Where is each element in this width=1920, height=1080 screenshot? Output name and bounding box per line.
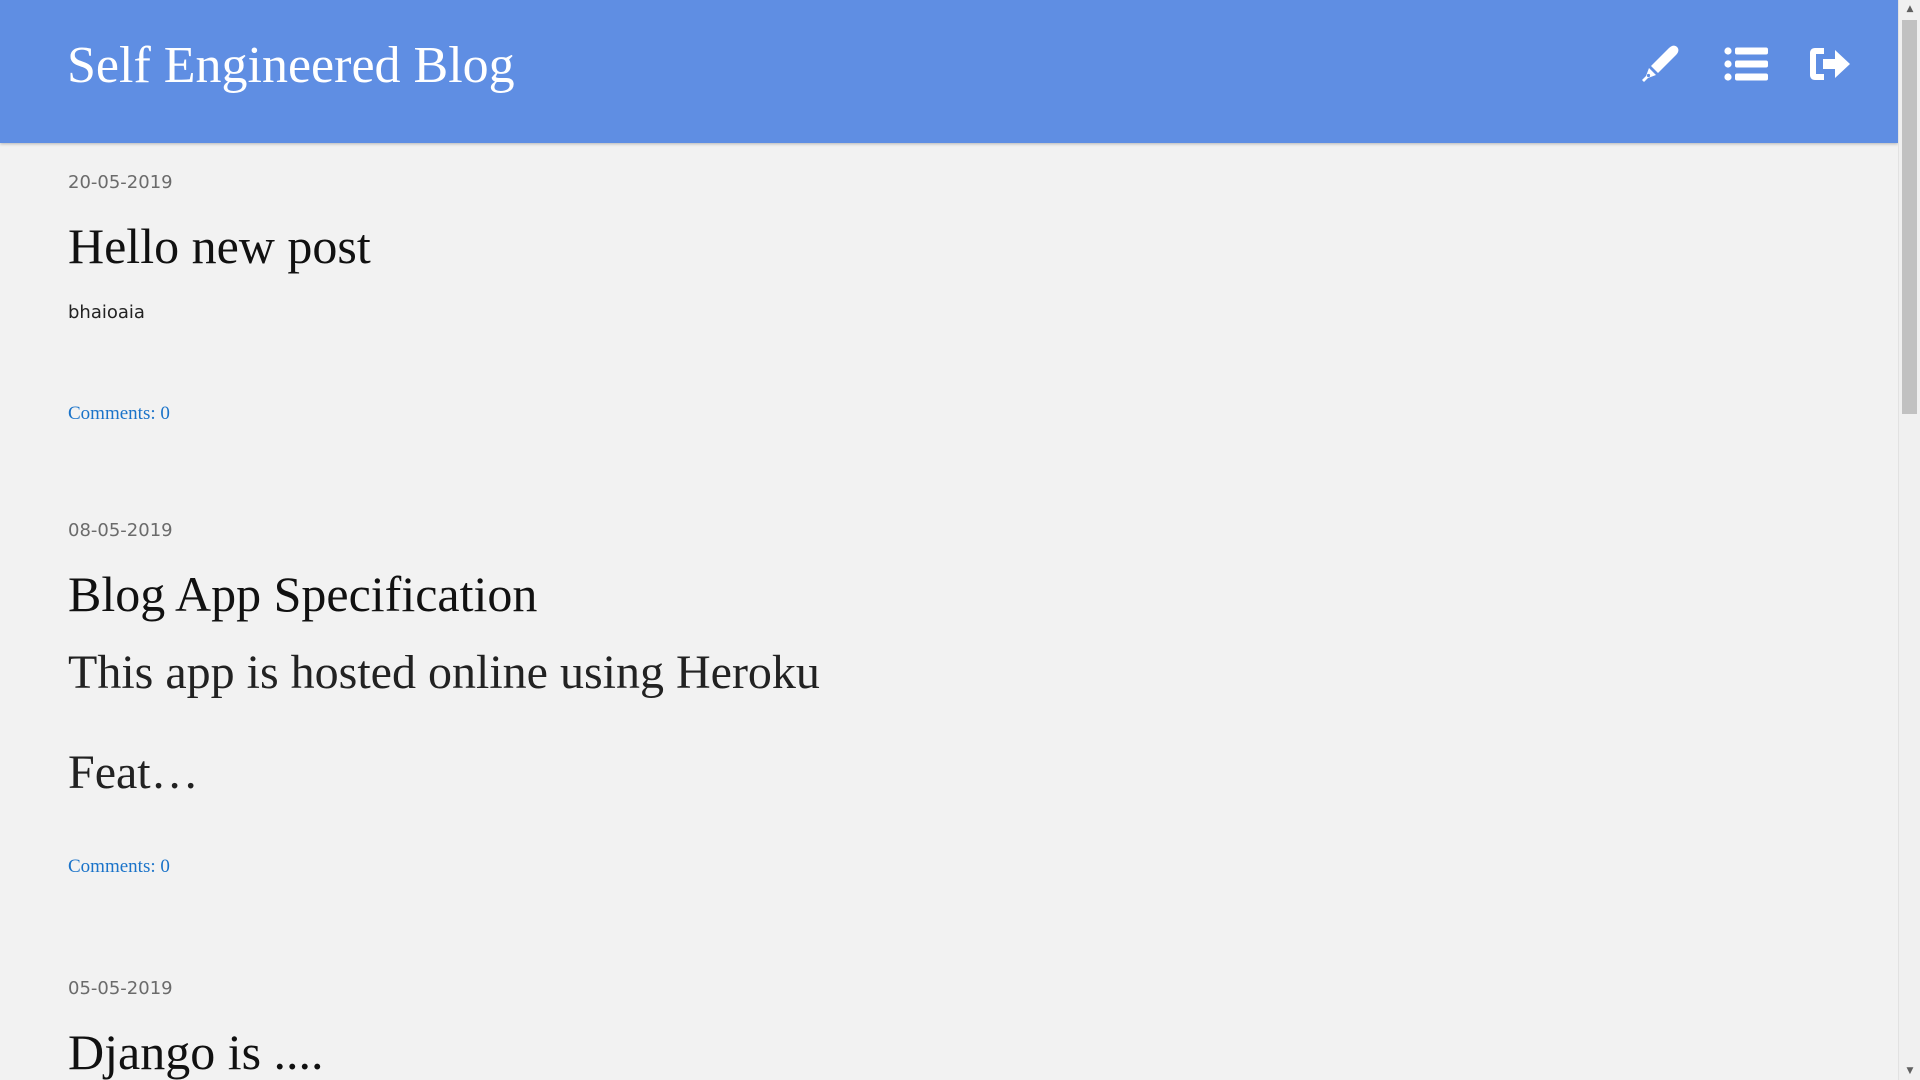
post-excerpt: Feat…: [68, 746, 199, 799]
post-card: 20-05-2019 Hello new post bhaioaia Comme…: [68, 172, 1828, 442]
vertical-scrollbar[interactable]: ▲ ▼: [1898, 0, 1920, 1080]
post-excerpt: This app is hosted online using Heroku: [68, 646, 820, 699]
post-excerpt: bhaioaia: [68, 302, 145, 323]
post-date: 05-05-2019: [68, 978, 173, 999]
logout-icon[interactable]: [1808, 42, 1852, 86]
post-title[interactable]: Hello new post: [68, 216, 371, 276]
post-date: 08-05-2019: [68, 520, 173, 541]
top-nav-bar: Self Engineered Blog: [0, 0, 1898, 143]
scroll-thumb[interactable]: [1902, 20, 1917, 414]
site-brand[interactable]: Self Engineered Blog: [67, 33, 515, 99]
post-title[interactable]: Blog App Specification: [68, 564, 537, 624]
list-icon[interactable]: [1724, 42, 1768, 86]
page-viewport: Self Engineered Blog 20-05-2019 Hello ne…: [0, 0, 1898, 1080]
scroll-down-arrow-icon[interactable]: ▼: [1899, 1062, 1920, 1080]
post-card: 08-05-2019 Blog App Specification This a…: [68, 520, 1828, 900]
comments-link[interactable]: Comments: 0: [68, 403, 170, 425]
scroll-up-arrow-icon[interactable]: ▲: [1899, 0, 1920, 18]
pen-icon-graphic: [1642, 45, 1679, 82]
list-icon-graphic: [1724, 47, 1768, 81]
logout-icon-graphic: [1810, 48, 1850, 80]
pen-icon[interactable]: [1638, 42, 1682, 86]
post-date: 20-05-2019: [68, 172, 173, 193]
comments-link[interactable]: Comments: 0: [68, 856, 170, 878]
post-card: 05-05-2019 Django is ....: [68, 978, 1828, 1080]
post-title[interactable]: Django is ....: [68, 1022, 324, 1080]
